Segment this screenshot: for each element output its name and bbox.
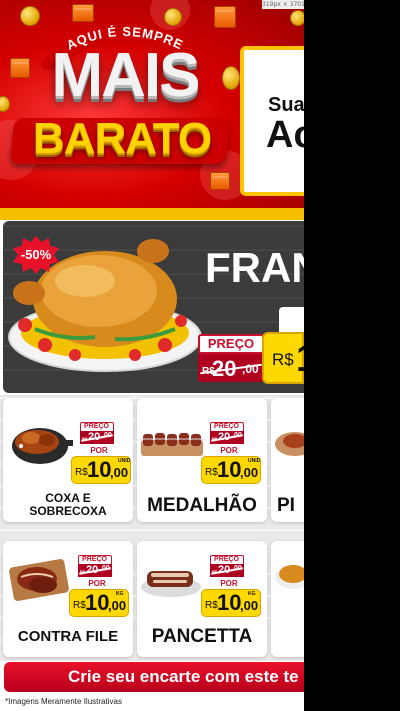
hero-side-line2: Ac: [266, 114, 304, 156]
empty-canvas-area: [304, 0, 400, 711]
pancetta-image: [141, 571, 201, 597]
old-price: R$20,00: [80, 431, 114, 444]
logo-barato: BARATO: [32, 114, 212, 163]
old-price: R$20,00: [210, 431, 244, 444]
por-label: POR: [90, 446, 108, 455]
new-price: R$ 10,00 KG: [69, 589, 129, 617]
product-card[interactable]: [271, 541, 304, 657]
preco-label: PREÇO: [84, 423, 109, 430]
product-name: PI: [277, 495, 295, 516]
medalhao-image: [139, 433, 205, 456]
coin-icon: [222, 66, 240, 90]
calculator-icon: [214, 6, 236, 28]
discount-badge: -50%: [12, 236, 60, 274]
hero-divider: [0, 208, 304, 220]
coin-icon: [290, 10, 304, 26]
preco-label: PREÇO: [214, 423, 239, 430]
featured-new-price: R$ 1: [262, 332, 304, 384]
hero-side-box: Sua Ac: [240, 46, 304, 196]
featured-old-price: R$ 20 ,00: [198, 354, 264, 382]
por-label: POR: [220, 579, 238, 588]
price-block: PREÇO R$20,00 POR R$10,00KG: [69, 555, 129, 645]
product-card[interactable]: COXA E SOBRECOXA PREÇO R$20,00 POR R$10,…: [3, 398, 133, 522]
preco-label: PREÇO: [214, 556, 239, 563]
logo-mais: MAIS: [51, 41, 201, 110]
por-label: POR: [88, 579, 106, 588]
product-card[interactable]: PANCETTA PREÇO R$20,00 POR R$10,00KG: [137, 541, 267, 657]
disclaimer-text: *Imagens Meramente Ilustrativas: [5, 697, 122, 706]
coxa-sobrecoxa-image: [12, 428, 73, 464]
calculator-icon: [210, 172, 230, 190]
roast-chicken-thumb-image: [275, 565, 304, 589]
preco-label: PREÇO: [82, 556, 107, 563]
calculator-icon: [10, 58, 30, 78]
hero-banner: AQUI É SEMPRE MAIS BARATO Sua Ac: [0, 0, 304, 218]
price-block: PREÇO R$20,00 POR R$10,00KG: [201, 555, 261, 645]
old-price: R$20,00: [210, 564, 244, 577]
new-price: R$ 10,00 UNID: [201, 456, 261, 484]
new-price: R$ 10,00 KG: [201, 589, 261, 617]
featured-new-integer: 1: [296, 338, 304, 381]
price-block: PREÇO R$20,00 POR R$10,00UNID: [201, 422, 261, 512]
viewport-size-tooltip: 319px × 3701px: [262, 0, 304, 9]
logo-barato-wrap: BARATO: [9, 114, 232, 170]
old-price: R$20,00: [78, 564, 112, 577]
create-flyer-button[interactable]: Crie seu encarte com este te: [4, 662, 304, 692]
coin-icon: [20, 6, 40, 26]
coin-icon: [0, 96, 10, 112]
discount-label: -50%: [20, 247, 52, 262]
flyer-viewport[interactable]: AQUI É SEMPRE MAIS BARATO Sua Ac: [0, 0, 304, 711]
contra-file-image: [9, 559, 69, 601]
featured-title: FRAN: [205, 244, 304, 291]
product-card[interactable]: PI: [271, 398, 304, 522]
featured-preco-tag: PREÇO: [198, 334, 264, 354]
price-block: PREÇO R$20,00 POR R$10,00UNID: [71, 422, 131, 512]
product-card[interactable]: CONTRA FILE PREÇO R$20,00 POR R$10,00KG: [3, 541, 133, 657]
product-card[interactable]: MEDALHÃO PREÇO R$20,00 POR R$10,00UNID: [137, 398, 267, 522]
featured-preco-label: PREÇO: [207, 336, 255, 351]
new-price: R$ 10,00 UNID: [71, 456, 131, 484]
por-label: POR: [220, 446, 238, 455]
featured-new-currency: R$: [272, 350, 294, 369]
picanha-image: [275, 432, 304, 456]
